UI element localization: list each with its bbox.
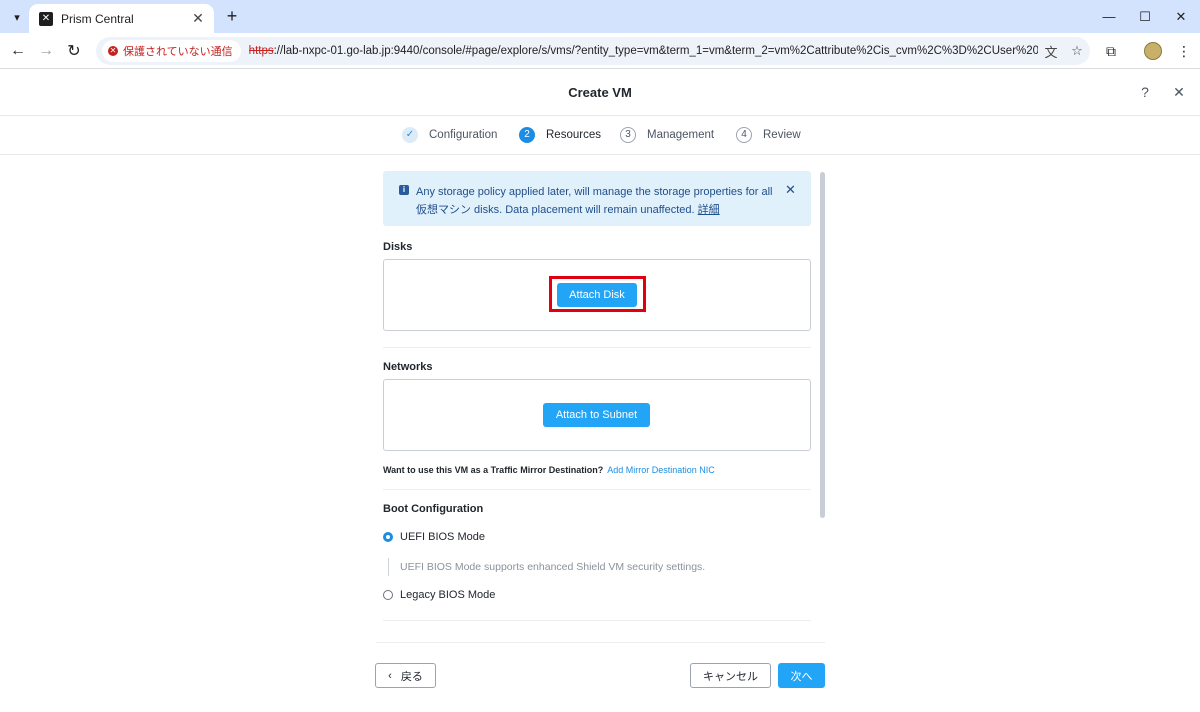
url-path: ://lab-nxpc-01.go-lab.jp:9440/console/#p… (273, 45, 1038, 57)
uefi-hint: UEFI BIOS Mode supports enhanced Shield … (388, 558, 705, 576)
legacy-bios-option[interactable]: Legacy BIOS Mode (383, 589, 495, 601)
avatar (1144, 42, 1162, 60)
info-icon: i (399, 185, 409, 195)
radio-selected-icon[interactable] (383, 532, 393, 542)
wizard-steps: ✓ Configuration 2 Resources 3 Management… (0, 117, 1200, 155)
chevron-left-icon: ‹ (388, 669, 392, 682)
mirror-question: Want to use this VM as a Traffic Mirror … (383, 465, 604, 475)
radio-unselected-icon[interactable] (383, 590, 393, 600)
step-review[interactable]: 4 Review (736, 127, 801, 143)
step-label: Management (647, 129, 715, 141)
radio-label: Legacy BIOS Mode (400, 589, 496, 601)
step-management[interactable]: 3 Management (620, 127, 714, 143)
content-scrollbar[interactable] (820, 172, 825, 518)
uefi-bios-option[interactable]: UEFI BIOS Mode (383, 531, 485, 543)
menu-dots-icon[interactable]: ⋮ (1172, 39, 1196, 63)
url-scheme: https (248, 45, 274, 57)
step-label: Review (763, 129, 801, 141)
url-text[interactable]: https://lab-nxpc-01.go-lab.jp:9440/conso… (249, 45, 1038, 57)
mirror-destination-row: Want to use this VM as a Traffic Mirror … (383, 465, 715, 475)
modal-header: Create VM ? ✕ (0, 70, 1200, 116)
prism-favicon-icon: ✕ (39, 11, 53, 26)
browser-toolbar: ← → ↻ ✕ 保護されていない通信 https://lab-nxpc-01.g… (0, 33, 1200, 69)
address-bar[interactable]: ✕ 保護されていない通信 https://lab-nxpc-01.go-lab.… (96, 37, 1090, 65)
window-close-icon[interactable]: ✕ (1158, 0, 1200, 33)
tab-title: Prism Central (61, 11, 134, 26)
reload-icon[interactable]: ↻ (62, 39, 86, 63)
step-resources[interactable]: 2 Resources (519, 127, 601, 143)
next-button[interactable]: 次へ (778, 663, 825, 688)
step-number: 4 (736, 127, 752, 143)
security-label: 保護されていない通信 (123, 46, 233, 58)
step-label: Configuration (429, 129, 498, 141)
banner-learn-more-link[interactable]: 詳細 (698, 204, 720, 216)
forward-arrow-icon[interactable]: → (34, 39, 58, 63)
networks-label: Networks (383, 361, 433, 373)
browser-tab[interactable]: ✕ Prism Central ✕ (29, 4, 214, 33)
divider (383, 489, 811, 490)
help-icon[interactable]: ? (1137, 84, 1153, 100)
security-chip[interactable]: ✕ 保護されていない通信 (102, 40, 241, 62)
page-title: Create VM (568, 85, 632, 100)
cancel-button[interactable]: キャンセル (690, 663, 771, 688)
radio-label: UEFI BIOS Mode (400, 531, 485, 543)
browser-tabstrip: ▾ ✕ Prism Central ✕ + — ☐ ✕ (0, 0, 1200, 33)
attach-to-subnet-button[interactable]: Attach to Subnet (543, 403, 650, 427)
banner-close-icon[interactable]: ✕ (785, 182, 796, 198)
footer-divider (376, 642, 825, 643)
highlight-annotation (549, 276, 646, 312)
back-button[interactable]: ‹ 戻る (375, 663, 436, 688)
add-mirror-nic-link[interactable]: Add Mirror Destination NIC (607, 465, 715, 475)
step-number: 3 (620, 127, 636, 143)
storage-policy-banner: i Any storage policy applied later, will… (383, 171, 811, 226)
step-configuration[interactable]: ✓ Configuration (402, 127, 497, 143)
translate-icon[interactable]: 文 (1038, 42, 1064, 61)
disks-label: Disks (383, 241, 413, 253)
new-tab-icon[interactable]: + (222, 6, 242, 26)
divider (383, 347, 811, 348)
tab-close-icon[interactable]: ✕ (188, 10, 208, 27)
bookmark-star-icon[interactable]: ☆ (1064, 43, 1090, 59)
profile-avatar[interactable] (1141, 39, 1165, 63)
step-number: 2 (519, 127, 535, 143)
banner-text: Any storage policy applied later, will m… (416, 183, 776, 219)
extensions-icon[interactable]: ⧉ (1099, 39, 1123, 63)
check-icon: ✓ (402, 127, 418, 143)
back-label: 戻る (400, 670, 423, 683)
close-icon[interactable]: ✕ (1171, 84, 1187, 101)
tab-search-chevron-icon[interactable]: ▾ (6, 6, 28, 28)
boot-configuration-label: Boot Configuration (383, 503, 484, 515)
back-arrow-icon[interactable]: ← (6, 39, 30, 63)
step-label: Resources (546, 129, 601, 141)
warning-icon: ✕ (108, 46, 118, 56)
divider (383, 620, 811, 621)
